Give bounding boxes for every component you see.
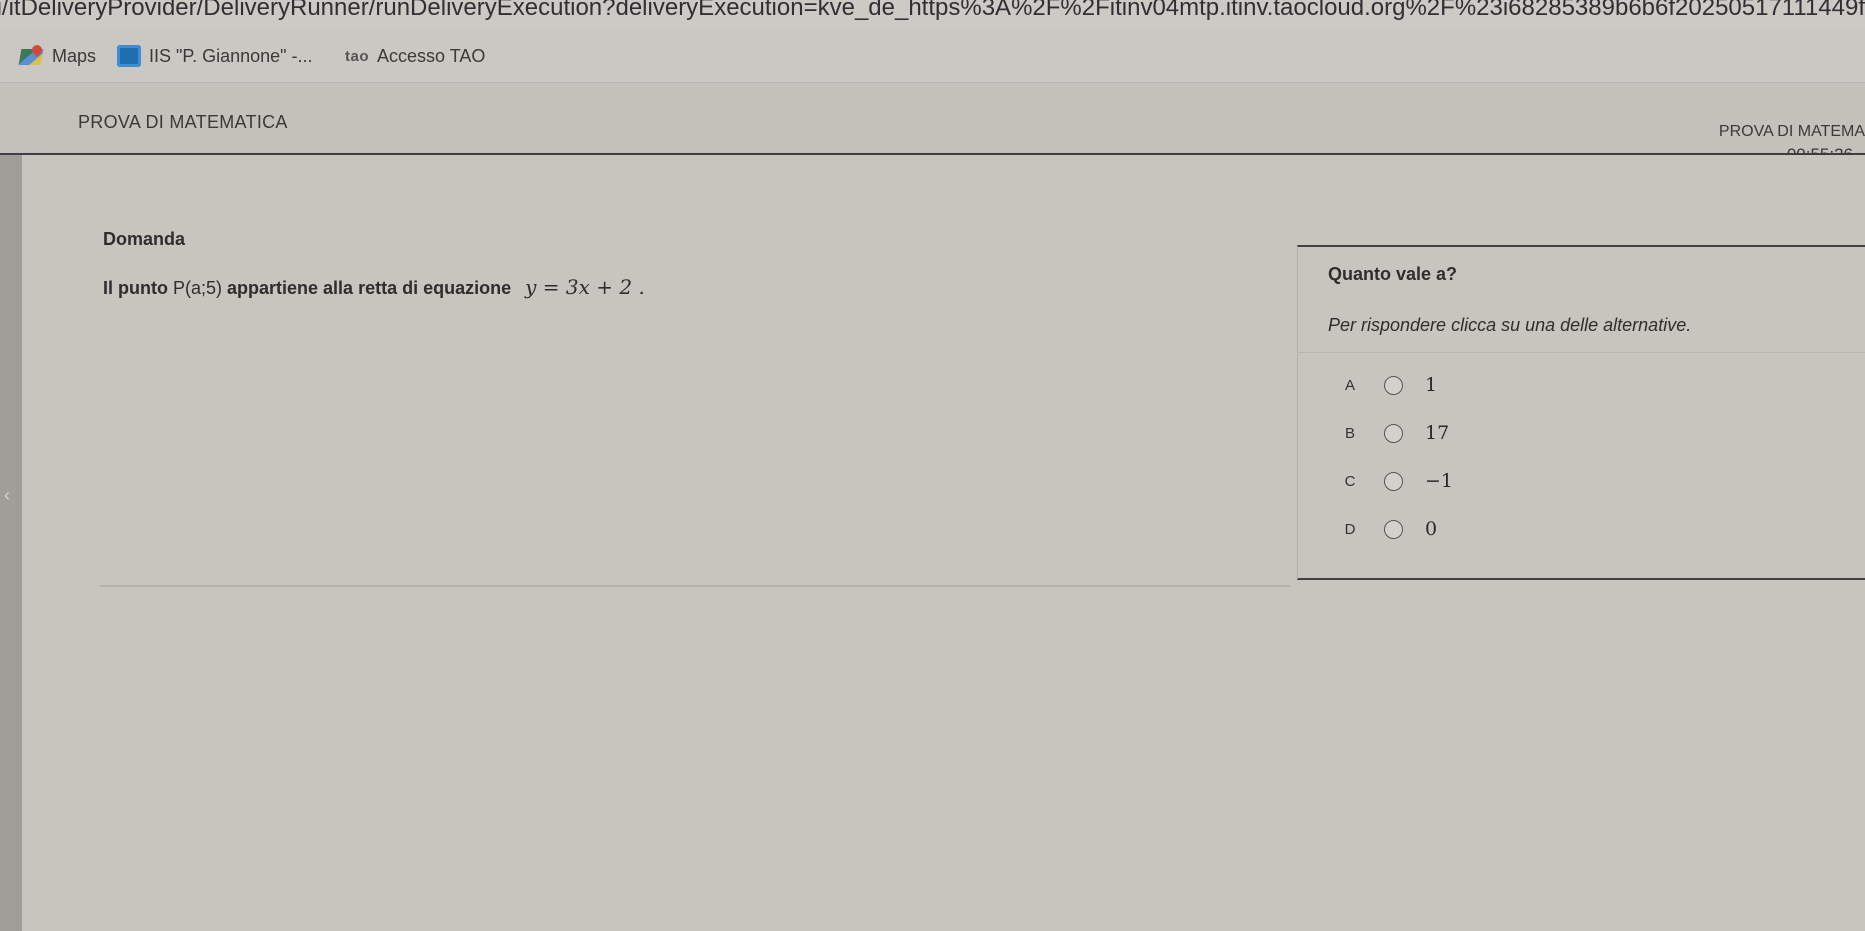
choice-value: 0: [1425, 518, 1438, 540]
bookmark-label: Accesso TAO: [377, 45, 486, 66]
bookmark-label: IIS "P. Giannone" -...: [149, 45, 313, 66]
answer-hint: Per rispondere clicca su una delle alter…: [1328, 315, 1692, 335]
bookmark-school[interactable]: IIS "P. Giannone" -...: [117, 44, 313, 68]
choice-b[interactable]: B 17: [1298, 411, 1865, 455]
question-text: Il punto P(a;5) appartiene alla retta di…: [103, 275, 645, 299]
radio-button[interactable]: [1384, 519, 1403, 539]
question-prefix: Il punto: [103, 278, 173, 298]
test-title: PROVA DI MATEMATICA: [78, 112, 288, 132]
choice-letter: A: [1344, 376, 1355, 394]
choice-letter: C: [1344, 472, 1356, 490]
test-header: PROVA DI MATEMATICA PROVA DI MATEMA 00:5…: [0, 83, 1865, 164]
item-content: Domanda Il punto P(a;5) appartiene alla …: [22, 155, 1865, 931]
choice-value: 1: [1425, 374, 1438, 396]
radio-button[interactable]: [1384, 423, 1403, 443]
left-rail[interactable]: ‹: [0, 155, 22, 931]
radio-button[interactable]: [1384, 471, 1403, 491]
choice-letter: D: [1344, 520, 1356, 538]
choice-value: 17: [1425, 422, 1450, 444]
bookmark-maps[interactable]: Maps: [18, 44, 96, 68]
test-title-right: PROVA DI MATEMA: [1718, 123, 1865, 140]
tao-icon: tao: [345, 47, 369, 65]
address-bar[interactable]: ...cloud.org/_/n/awi/itDeliveryProvider/…: [0, 0, 1865, 30]
choice-list: A 1 B 17 C −1 D 0: [1298, 352, 1865, 563]
question-label: Domanda: [103, 229, 186, 249]
choice-value: −1: [1425, 470, 1454, 492]
bookmarks-bar: Maps IIS "P. Giannone" -... tao Accesso …: [0, 30, 1865, 83]
bookmark-tao[interactable]: tao Accesso TAO: [345, 44, 485, 68]
choice-d[interactable]: D 0: [1298, 507, 1865, 551]
answer-panel: Quanto vale a? Per rispondere clicca su …: [1297, 245, 1865, 580]
choice-letter: B: [1344, 424, 1355, 442]
bookmark-label: Maps: [52, 45, 97, 66]
url-text[interactable]: ...cloud.org/_/n/awi/itDeliveryProvider/…: [0, 0, 1865, 20]
radio-button[interactable]: [1384, 375, 1403, 395]
question-middle: appartiene alla retta di equazione: [222, 278, 512, 298]
question-panel: Domanda Il punto P(a;5) appartiene alla …: [100, 185, 1290, 587]
school-icon: [117, 45, 141, 67]
question-equation: y = 3x + 2 .: [525, 275, 645, 299]
choice-c[interactable]: C −1: [1298, 459, 1865, 503]
maps-icon: [18, 45, 44, 67]
choice-a[interactable]: A 1: [1298, 363, 1865, 407]
question-point: P(a;5): [172, 278, 223, 298]
chevron-left-icon[interactable]: ‹: [4, 485, 10, 506]
answer-prompt: Quanto vale a?: [1328, 264, 1458, 284]
